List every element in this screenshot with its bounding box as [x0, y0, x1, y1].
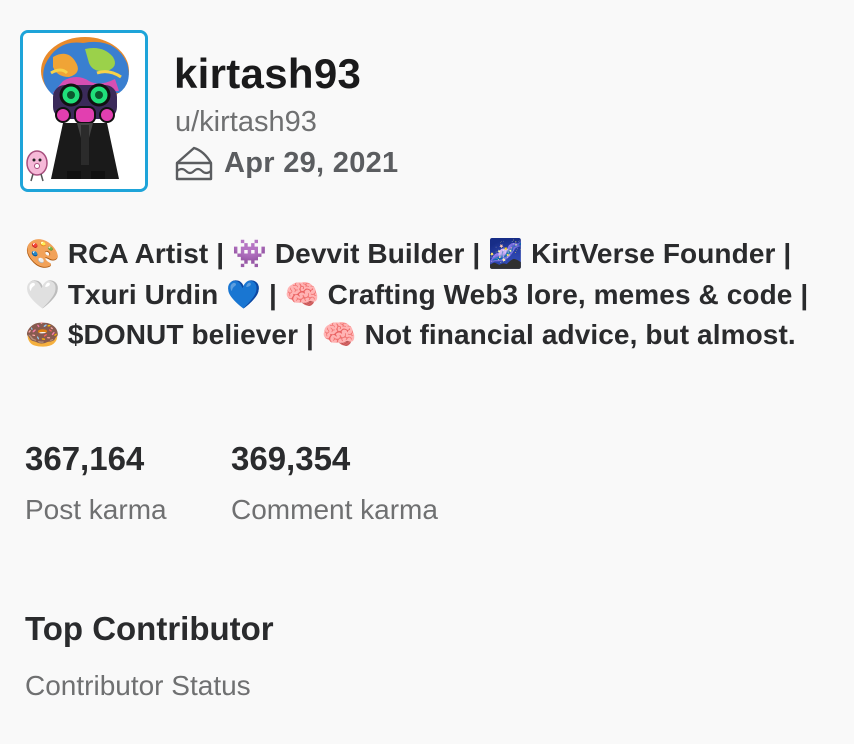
post-karma-stat: 367,164 Post karma: [25, 440, 167, 526]
avatar-image: [23, 33, 145, 189]
comment-karma-value: 369,354: [231, 440, 351, 477]
cake-day: Apr 29, 2021: [174, 144, 399, 182]
post-karma-value: 367,164: [25, 440, 145, 477]
comment-karma-label: Comment karma: [231, 494, 438, 525]
achievement-top-contributor[interactable]: Top Contributor Contributor Status: [25, 610, 274, 702]
achievement-title: Top Contributor: [25, 610, 274, 647]
post-karma-label: Post karma: [25, 494, 167, 525]
profile-bio: 🎨 RCA Artist | 👾 Devvit Builder | 🌌 Kirt…: [25, 238, 809, 350]
profile-handle: u/kirtash93: [175, 106, 317, 138]
cake-icon: [175, 146, 213, 181]
cake-day-date: Apr 29, 2021: [224, 146, 399, 179]
achievement-subtitle: Contributor Status: [25, 670, 251, 701]
avatar[interactable]: [20, 30, 148, 192]
profile-page: kirtash93 u/kirtash93 Apr 29, 2021 🎨 RCA…: [0, 0, 854, 744]
comment-karma-stat: 369,354 Comment karma: [231, 440, 438, 526]
profile-display-name: kirtash93: [174, 50, 362, 97]
